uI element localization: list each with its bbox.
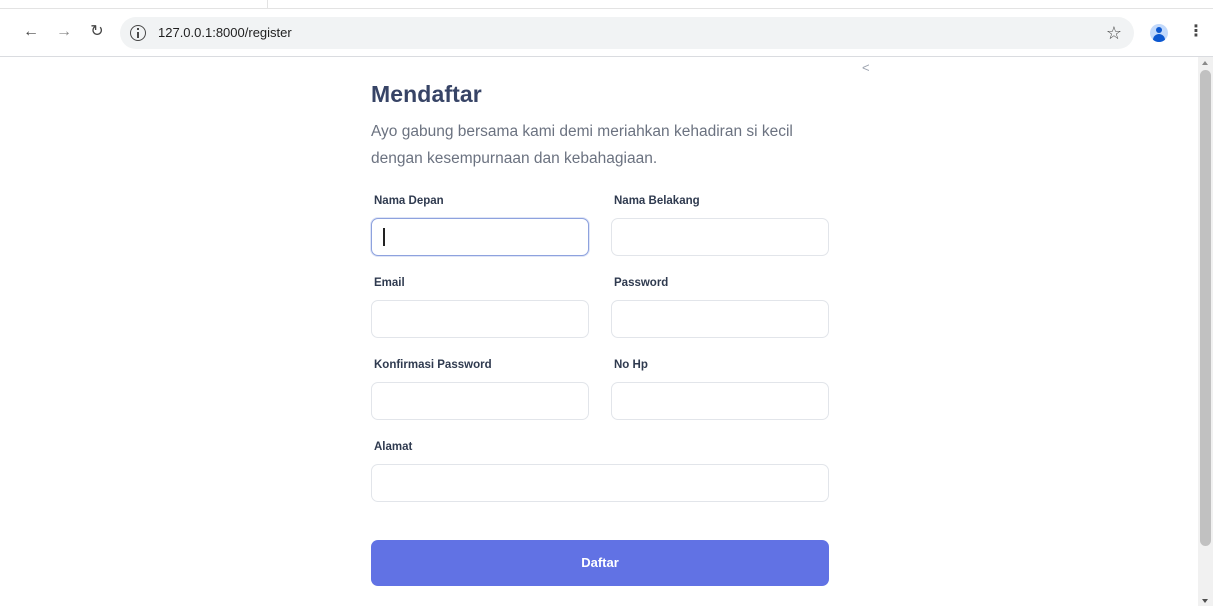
scroll-thumb[interactable] <box>1200 70 1211 546</box>
address-bar[interactable]: 127.0.0.1:8000/register ☆ <box>120 17 1134 49</box>
toolbar-divider <box>0 56 1213 57</box>
scroll-up-arrow-icon[interactable] <box>1202 61 1208 65</box>
last-name-label: Nama Belakang <box>614 195 700 207</box>
info-icon[interactable] <box>130 25 146 41</box>
tabstrip-divider <box>0 8 1213 9</box>
page-title: Mendaftar <box>371 81 482 107</box>
phone-input[interactable] <box>611 382 829 420</box>
last-name-input[interactable] <box>611 218 829 256</box>
password-input[interactable] <box>611 300 829 338</box>
page-subtitle: Ayo gabung bersama kami demi meriahkan k… <box>371 123 793 167</box>
page-scrollbar[interactable] <box>1198 57 1213 606</box>
reload-icon[interactable]: ↻ <box>87 22 107 42</box>
first-name-label: Nama Depan <box>374 195 444 207</box>
star-icon[interactable]: ☆ <box>1106 23 1122 43</box>
browser-toolbar: ← → ↻ 127.0.0.1:8000/register ☆ ⋮ <box>0 0 1213 56</box>
avatar-icon[interactable] <box>1150 24 1168 42</box>
phone-label: No Hp <box>614 359 648 371</box>
email-input[interactable] <box>371 300 589 338</box>
register-button[interactable]: Daftar <box>371 540 829 586</box>
email-label: Email <box>374 277 405 289</box>
url-text[interactable]: 127.0.0.1:8000/register <box>158 25 292 41</box>
collapse-chevron-icon[interactable]: < <box>862 60 870 75</box>
scroll-down-arrow-icon[interactable] <box>1202 599 1208 603</box>
forward-arrow-icon[interactable]: → <box>54 22 74 42</box>
address-label: Alamat <box>374 441 413 453</box>
address-input[interactable] <box>371 464 829 502</box>
confirm-password-label: Konfirmasi Password <box>374 359 492 371</box>
back-arrow-icon[interactable]: ← <box>21 22 41 42</box>
confirm-password-input[interactable] <box>371 382 589 420</box>
first-name-input[interactable] <box>371 218 589 256</box>
password-label: Password <box>614 277 669 289</box>
kebab-menu-icon[interactable]: ⋮ <box>1188 22 1204 42</box>
text-caret <box>383 228 385 246</box>
